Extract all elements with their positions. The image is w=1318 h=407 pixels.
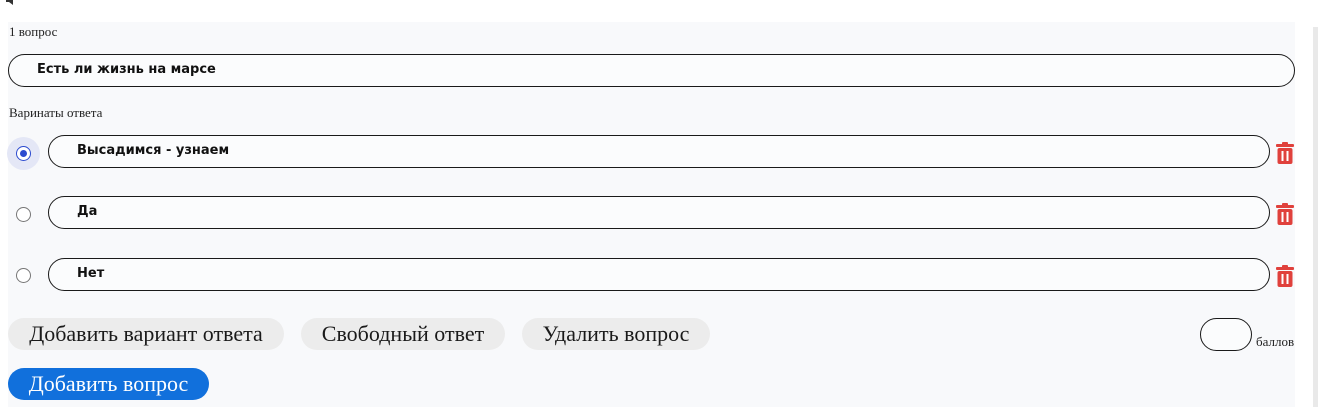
answer-text-3: Нет [77, 265, 105, 281]
question-number-label: 1 вопрос [9, 24, 58, 39]
answer-input-1[interactable]: Высадимся - узнаем [48, 135, 1270, 168]
answer-radio-2[interactable] [16, 207, 31, 222]
delete-question-button[interactable]: Удалить вопрос [522, 318, 710, 350]
scrollbar[interactable] [1313, 27, 1318, 407]
answer-text-1: Высадимся - узнаем [77, 142, 230, 158]
question-text-value: Есть ли жизнь на марсе [37, 61, 216, 77]
answer-input-2[interactable]: Да [48, 196, 1270, 229]
answer-radio-1[interactable] [16, 146, 31, 161]
trash-icon[interactable] [1276, 265, 1294, 287]
answers-label: Варинаты ответа [9, 105, 103, 120]
question-text-input[interactable]: Есть ли жизнь на марсе [8, 54, 1295, 87]
speaker-icon [6, 0, 13, 5]
answer-radio-3[interactable] [16, 268, 31, 283]
free-answer-button[interactable]: Свободный ответ [301, 318, 505, 350]
trash-icon[interactable] [1276, 203, 1294, 225]
trash-icon[interactable] [1276, 142, 1294, 164]
add-answer-button[interactable]: Добавить вариант ответа [8, 318, 284, 350]
add-question-button[interactable]: Добавить вопрос [8, 368, 209, 400]
points-label: баллов [1256, 334, 1295, 349]
points-input[interactable] [1200, 318, 1252, 351]
answer-text-2: Да [77, 203, 98, 219]
answer-input-3[interactable]: Нет [48, 258, 1270, 291]
